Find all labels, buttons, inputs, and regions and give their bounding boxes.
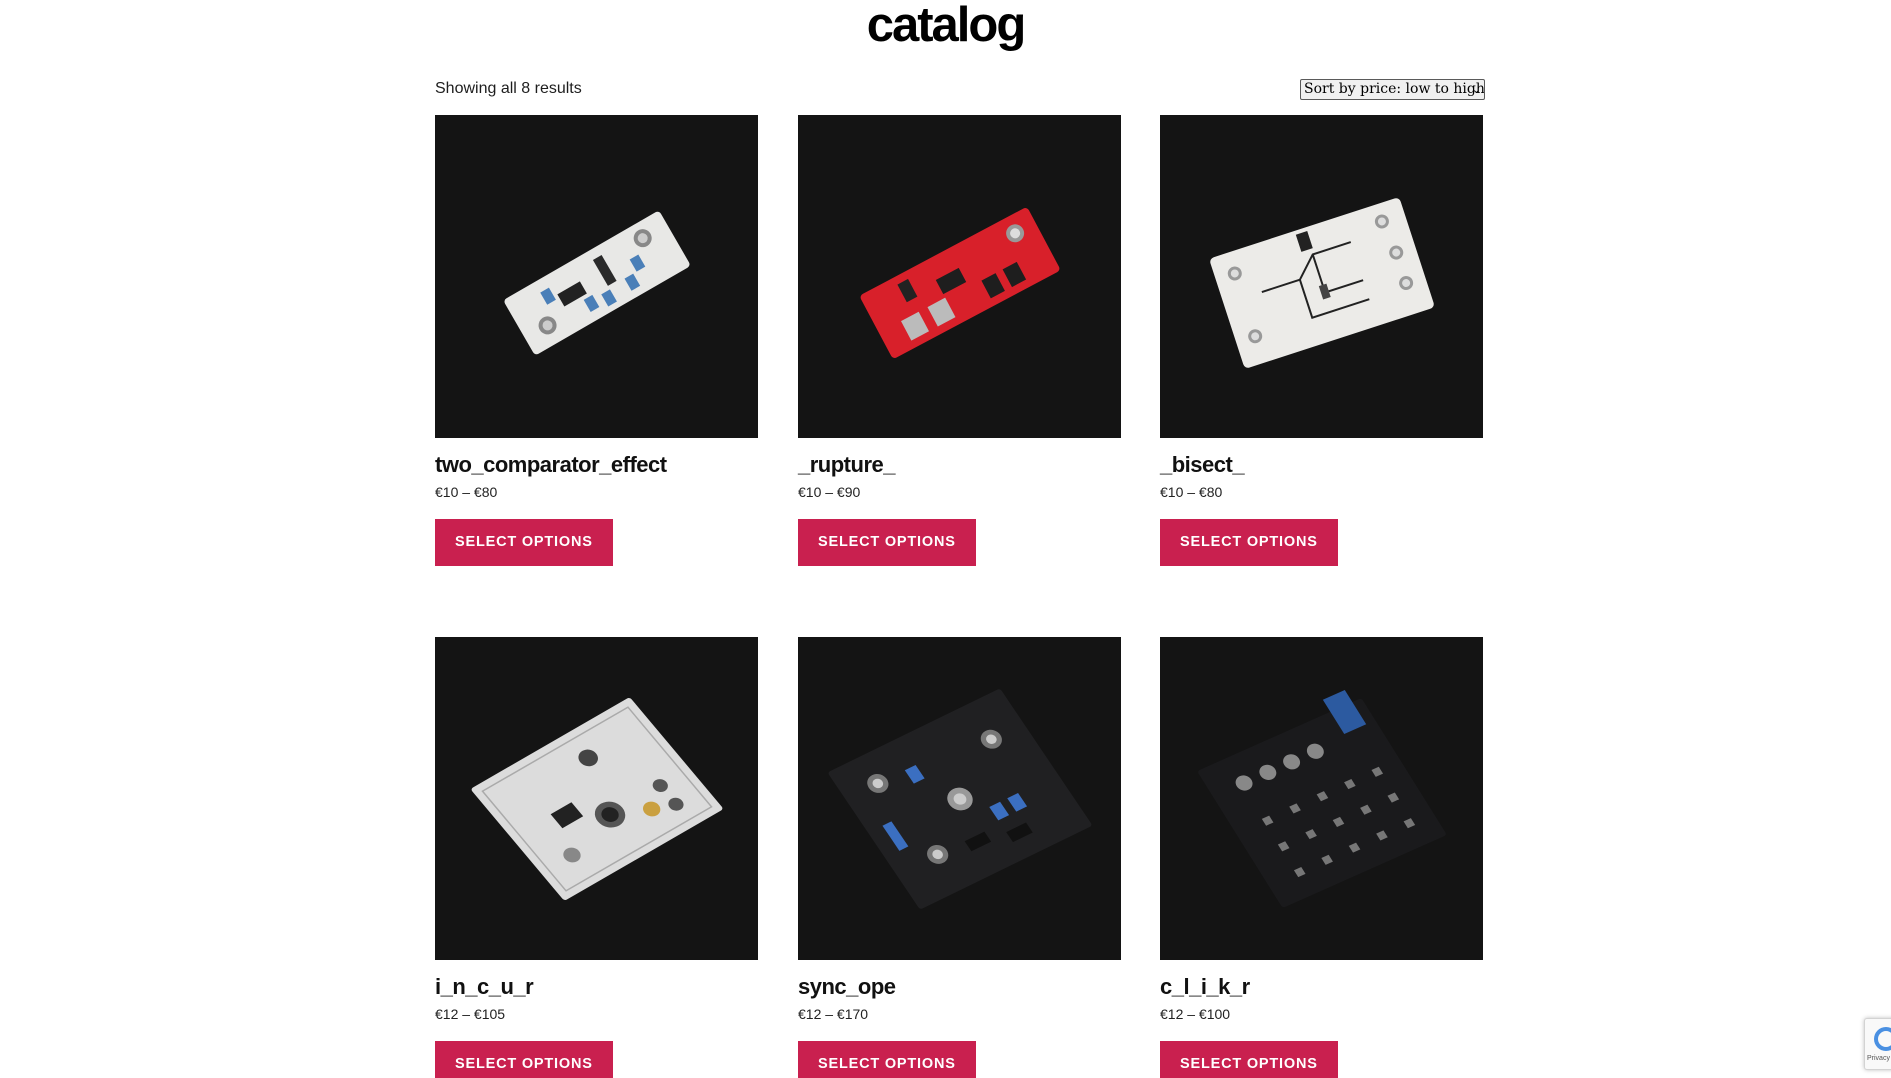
- sort-select[interactable]: Sort by price: low to high ⌄: [1300, 79, 1485, 100]
- recaptcha-badge[interactable]: Privacy: [1864, 1018, 1891, 1070]
- select-options-button[interactable]: Select options: [798, 519, 976, 566]
- product-price: €10 – €80: [1160, 484, 1223, 500]
- product-title[interactable]: c_l_i_k_r: [1160, 973, 1483, 1001]
- product-image[interactable]: [1160, 115, 1483, 438]
- product-card: two_comparator_effect €10 – €80 Select o…: [435, 115, 758, 566]
- product-card: _bisect_ €10 – €80 Select options: [1160, 115, 1483, 566]
- product-image[interactable]: [798, 115, 1121, 438]
- select-options-button[interactable]: Select options: [1160, 519, 1338, 566]
- product-card: c_l_i_k_r €12 – €100 Select options: [1160, 637, 1483, 1078]
- product-card: _rupture_ €10 – €90 Select options: [798, 115, 1121, 566]
- product-price: €12 – €170: [798, 1006, 869, 1022]
- product-title[interactable]: _rupture_: [798, 451, 1121, 479]
- chevron-down-icon: ⌄: [1471, 83, 1481, 96]
- product-card: sync_ope €12 – €170 Select options: [798, 637, 1121, 1078]
- recaptcha-label: Privacy: [1867, 1055, 1890, 1062]
- product-price: €10 – €80: [435, 484, 498, 500]
- select-options-button[interactable]: Select options: [798, 1041, 976, 1078]
- select-options-button[interactable]: Select options: [1160, 1041, 1338, 1078]
- recaptcha-icon: [1874, 1027, 1891, 1051]
- product-title[interactable]: _bisect_: [1160, 451, 1483, 479]
- product-title[interactable]: sync_ope: [798, 973, 1121, 1001]
- sort-select-value: Sort by price: low to high: [1304, 81, 1485, 97]
- select-options-button[interactable]: Select options: [435, 1041, 613, 1078]
- select-options-button[interactable]: Select options: [435, 519, 613, 566]
- page-title: catalog: [866, 0, 1027, 52]
- product-image[interactable]: [435, 637, 758, 960]
- product-title[interactable]: two_comparator_effect: [435, 451, 758, 479]
- product-price: €12 – €105: [435, 1006, 506, 1022]
- product-title[interactable]: i_n_c_u_r: [435, 973, 758, 1001]
- product-price: €12 – €100: [1160, 1006, 1231, 1022]
- product-image[interactable]: [435, 115, 758, 438]
- product-image[interactable]: [798, 637, 1121, 960]
- product-card: i_n_c_u_r €12 – €105 Select options: [435, 637, 758, 1078]
- results-count: Showing all 8 results: [435, 80, 582, 97]
- product-image[interactable]: [1160, 637, 1483, 960]
- product-price: €10 – €90: [798, 484, 861, 500]
